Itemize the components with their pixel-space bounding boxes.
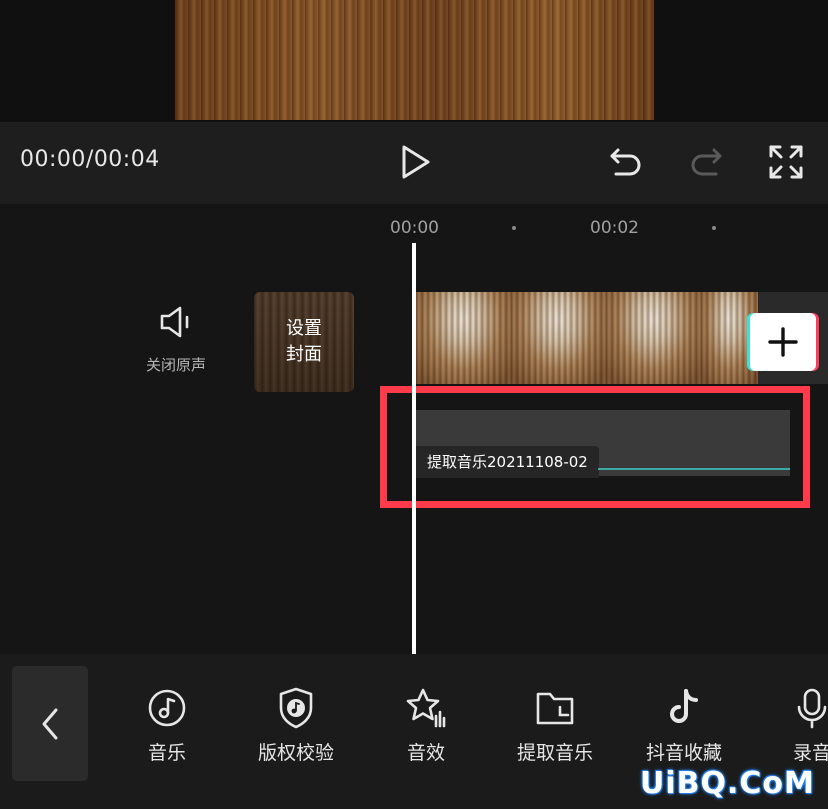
back-button[interactable] [12,666,88,781]
highlight-annotation-box [380,386,810,508]
fullscreen-icon [769,145,803,179]
ruler-label-0: 00:00 [390,218,439,238]
video-frame-thumb [606,292,701,384]
ruler-label-2: 00:02 [590,218,639,238]
music-note-circle-icon [148,689,186,727]
mute-original-label: 关闭原声 [146,356,207,374]
tool-record-label: 录音 [792,742,828,764]
add-clip-button[interactable] [750,313,816,371]
folder-icon [536,692,574,725]
set-cover-button[interactable]: 设置 封面 [254,292,354,392]
video-clip-track[interactable] [416,292,758,384]
redo-button[interactable] [686,142,726,182]
play-icon [402,145,430,179]
tool-music-label: 音乐 [147,742,186,764]
microphone-icon [797,688,827,729]
mute-original-button[interactable] [158,304,196,344]
fullscreen-button[interactable] [766,142,806,182]
redo-icon [691,148,722,176]
set-cover-label: 设置 封面 [286,318,322,365]
shield-music-icon [279,687,313,729]
timecode-display: 00:00/00:04 [20,147,160,172]
speaker-icon [160,306,189,338]
watermark: UiBQ.CoM [640,766,815,801]
tool-extract-music-label: 提取音乐 [516,742,593,764]
plus-icon [768,327,798,357]
play-button[interactable] [396,142,436,182]
tool-copyright-check[interactable]: 版权校验 [246,686,346,765]
tool-douyin-favorites[interactable]: 抖音收藏 [634,686,734,765]
star-bars-icon [406,688,446,728]
tool-sound-effects[interactable]: 音效 [376,686,476,765]
tool-extract-music[interactable]: 提取音乐 [505,686,605,765]
tool-douyin-favorites-label: 抖音收藏 [645,742,722,764]
tool-sound-effects-label: 音效 [406,742,445,764]
tool-music[interactable]: 音乐 [117,686,217,765]
playhead[interactable] [412,243,416,654]
ruler-tick [512,226,516,230]
tool-copyright-check-label: 版权校验 [257,742,334,764]
undo-icon [610,148,641,176]
tool-record[interactable]: 录音 [762,686,828,765]
tiktok-note-icon [670,689,698,723]
ruler-tick [712,226,716,230]
video-frame-thumb [416,292,511,384]
video-preview-frame[interactable] [175,0,654,120]
video-frame-thumb [511,292,606,384]
chevron-left-icon [42,708,58,739]
undo-button[interactable] [606,142,646,182]
